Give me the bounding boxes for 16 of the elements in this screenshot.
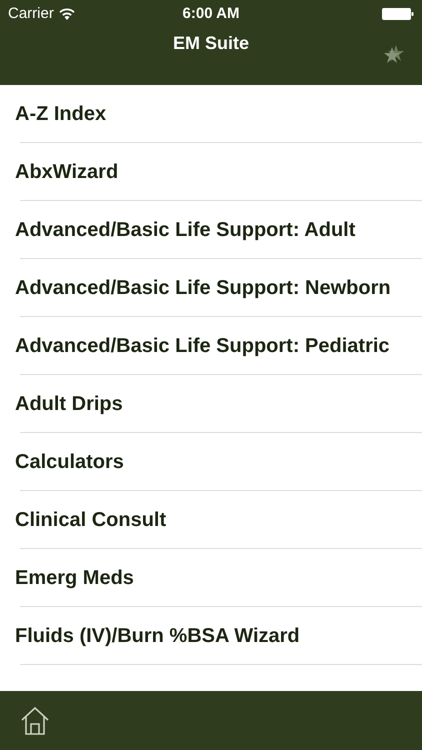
home-icon[interactable] [20,706,50,734]
wifi-icon [58,8,75,20]
menu-item[interactable]: Clinical Consult [15,505,166,535]
menu-item[interactable]: Emerg Meds [15,563,134,593]
menu-item[interactable]: Advanced/Basic Life Support: Newborn [15,273,391,303]
menu-item[interactable]: Advanced/Basic Life Support: Pediatric [15,331,390,361]
carrier-label: Carrier [8,4,54,24]
menu-item[interactable]: Fluids (IV)/Burn %BSA Wizard [15,621,300,651]
menu-item[interactable]: Advanced/Basic Life Support: Adult [15,215,356,245]
window-title: EM Suite [172,32,249,55]
menu-item[interactable]: A-Z Index [15,99,106,129]
menu-item[interactable]: Calculators [15,447,124,477]
menu-item[interactable]: Adult Drips [15,389,123,419]
menu-item[interactable]: AbxWizard [15,157,118,187]
time-label: 6:00 AM [182,4,240,24]
battery-icon [382,8,414,20]
